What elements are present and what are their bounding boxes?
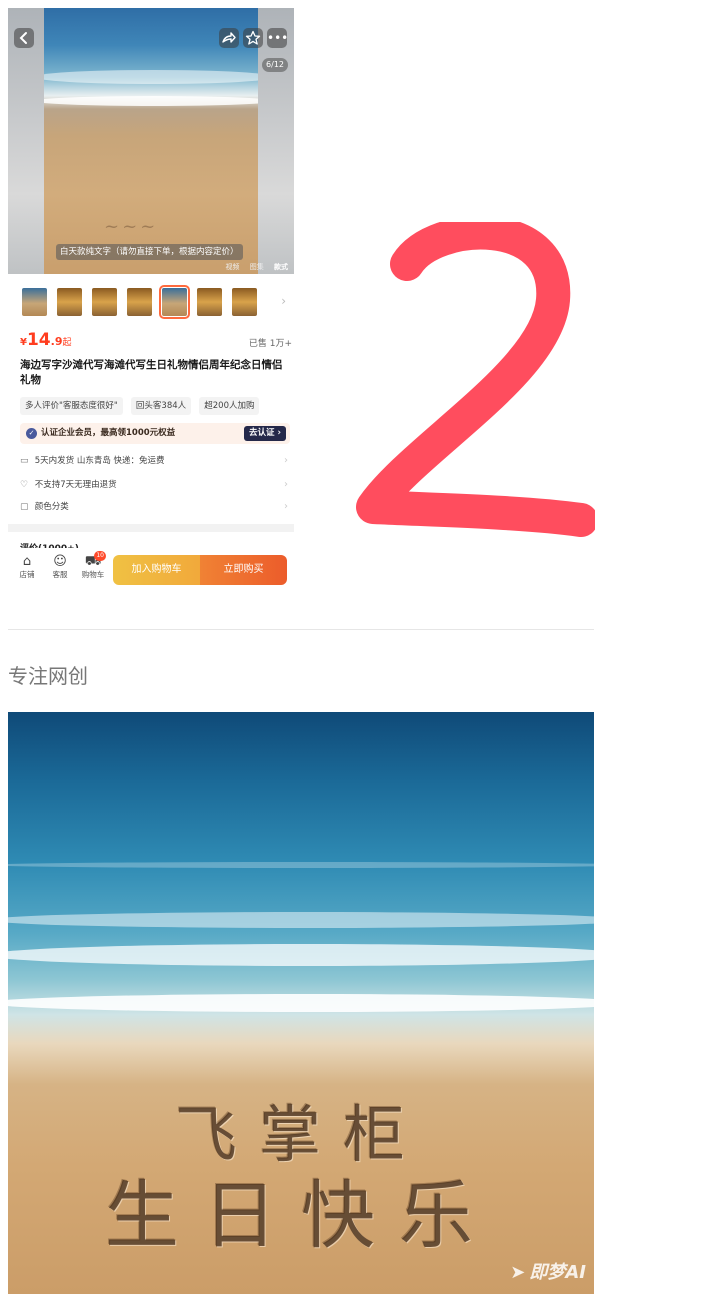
sand-writing-line-2: 生日快乐	[105, 1173, 497, 1259]
more-button[interactable]: •••	[267, 28, 289, 48]
wave-foam	[44, 70, 258, 84]
chevron-right-icon: ›	[284, 455, 288, 466]
price: ¥14.9起	[20, 330, 72, 350]
beach-writing-image: 飞掌柜 生日快乐 ➤ 即梦AI	[8, 712, 594, 1294]
color-option-row[interactable]: ▢ 颜色分类 ›	[20, 498, 290, 516]
add-to-cart-button[interactable]: 加入购物车	[113, 555, 200, 585]
service-button[interactable]: ☺ 客服	[47, 554, 73, 580]
verify-banner[interactable]: ✓ 认证企业会员，最高领1000元权益 去认证 ›	[20, 423, 290, 444]
thumbnail-strip: ›	[20, 285, 290, 319]
buy-now-button[interactable]: 立即购买	[200, 555, 287, 585]
return-policy-row[interactable]: ♡ 不支持7天无理由退货 ›	[20, 476, 290, 494]
thumbnail[interactable]	[22, 288, 47, 316]
service-label: 客服	[52, 570, 68, 579]
thumbnail[interactable]	[127, 288, 152, 316]
tag-reviews[interactable]: 多人评价"客服态度很好"	[20, 397, 123, 415]
shop-button[interactable]: ⌂ 店铺	[14, 554, 40, 580]
more-dots-icon: •••	[267, 31, 289, 45]
color-option-text: 颜色分类	[34, 502, 69, 512]
verify-text: 认证企业会员，最高领1000元权益	[41, 428, 176, 438]
favorite-button[interactable]	[243, 28, 263, 48]
shop-label: 店铺	[19, 570, 35, 579]
chevron-right-icon[interactable]: ›	[281, 294, 286, 308]
cart-label: 购物车	[81, 570, 105, 579]
thumbnail[interactable]	[232, 288, 257, 316]
tag-added-to-cart[interactable]: 超200人加购	[199, 397, 260, 415]
wave-foam	[8, 862, 594, 868]
tab-style[interactable]: 款式	[274, 263, 288, 271]
media-tabs: 视频 图集 款式	[218, 262, 288, 272]
sold-count: 已售 1万+	[248, 339, 292, 349]
wave-foam	[8, 944, 594, 966]
sand-writing: ~~~	[104, 216, 159, 237]
section-divider-line	[8, 629, 594, 630]
price-decimal: .9	[50, 335, 63, 348]
thumbnail[interactable]	[57, 288, 82, 316]
thumbnail[interactable]	[197, 288, 222, 316]
shield-icon: ♡	[20, 480, 29, 490]
tab-video[interactable]: 视频	[226, 263, 240, 271]
watermark-text: 即梦AI	[529, 1262, 586, 1283]
tab-gallery[interactable]: 图集	[250, 263, 264, 271]
wave-foam	[8, 912, 594, 928]
chevron-right-icon: ›	[284, 479, 288, 490]
chat-face-icon: ☺	[53, 554, 67, 569]
price-row: ¥14.9起 已售 1万+	[20, 330, 292, 352]
cart-button[interactable]: ⛟ 10 购物车	[80, 551, 106, 580]
price-integer: 14	[26, 330, 51, 350]
wave-foam	[8, 994, 594, 1012]
image-caption: 白天款纯文字（请勿直接下单，根据内容定价）	[56, 244, 243, 260]
product-image-gallery[interactable]: ~~~ ••• 6/12 白天款纯文字（请勿直接下单，根据内容定价） 视频 图集…	[8, 8, 294, 274]
return-policy-text: 不支持7天无理由退货	[34, 480, 117, 490]
product-page-screenshot: ~~~ ••• 6/12 白天款纯文字（请勿直接下单，根据内容定价） 视频 图集…	[8, 8, 294, 588]
section-divider	[8, 524, 294, 532]
share-button[interactable]	[219, 28, 239, 48]
back-button[interactable]	[14, 28, 34, 48]
shipping-text: 5天内发货 山东青岛 快递：免运费	[34, 456, 165, 466]
jimeng-logo-icon: ➤	[510, 1262, 526, 1283]
price-suffix: 起	[62, 338, 72, 348]
tag-repeat-customers[interactable]: 回头客384人	[130, 397, 192, 415]
thumbnail-selected[interactable]	[159, 285, 190, 319]
annotation-number-2	[356, 222, 595, 537]
wave-foam	[44, 96, 258, 106]
bottom-action-bar: ⌂ 店铺 ☺ 客服 ⛟ 10 购物车 加入购物车 立即购买	[8, 548, 294, 588]
star-icon	[245, 30, 261, 45]
thumbnail[interactable]	[92, 288, 117, 316]
truck-icon: ▭	[20, 456, 29, 466]
verify-button[interactable]: 去认证 ›	[244, 426, 286, 441]
share-icon	[222, 32, 236, 43]
product-title: 海边写字沙滩代写海滩代写生日礼物情侣周年纪念日情侣礼物	[20, 359, 283, 386]
cart-badge: 10	[94, 551, 106, 561]
article-caption: 专注网创	[8, 664, 88, 688]
chevron-right-icon: ›	[284, 501, 288, 512]
verified-badge-icon: ✓	[26, 428, 37, 439]
shop-icon: ⌂	[22, 554, 32, 569]
tag-row: 多人评价"客服态度很好" 回头客384人 超200人加购	[20, 393, 294, 415]
clipboard-icon: ▢	[20, 502, 29, 512]
shipping-row[interactable]: ▭ 5天内发货 山东青岛 快递：免运费 ›	[20, 452, 290, 470]
review-header[interactable]: 评价(1000+)	[20, 538, 79, 548]
price-currency: ¥	[20, 337, 27, 348]
image-counter: 6/12	[262, 58, 288, 72]
watermark: ➤ 即梦AI	[510, 1258, 586, 1284]
chevron-left-icon	[19, 32, 27, 44]
